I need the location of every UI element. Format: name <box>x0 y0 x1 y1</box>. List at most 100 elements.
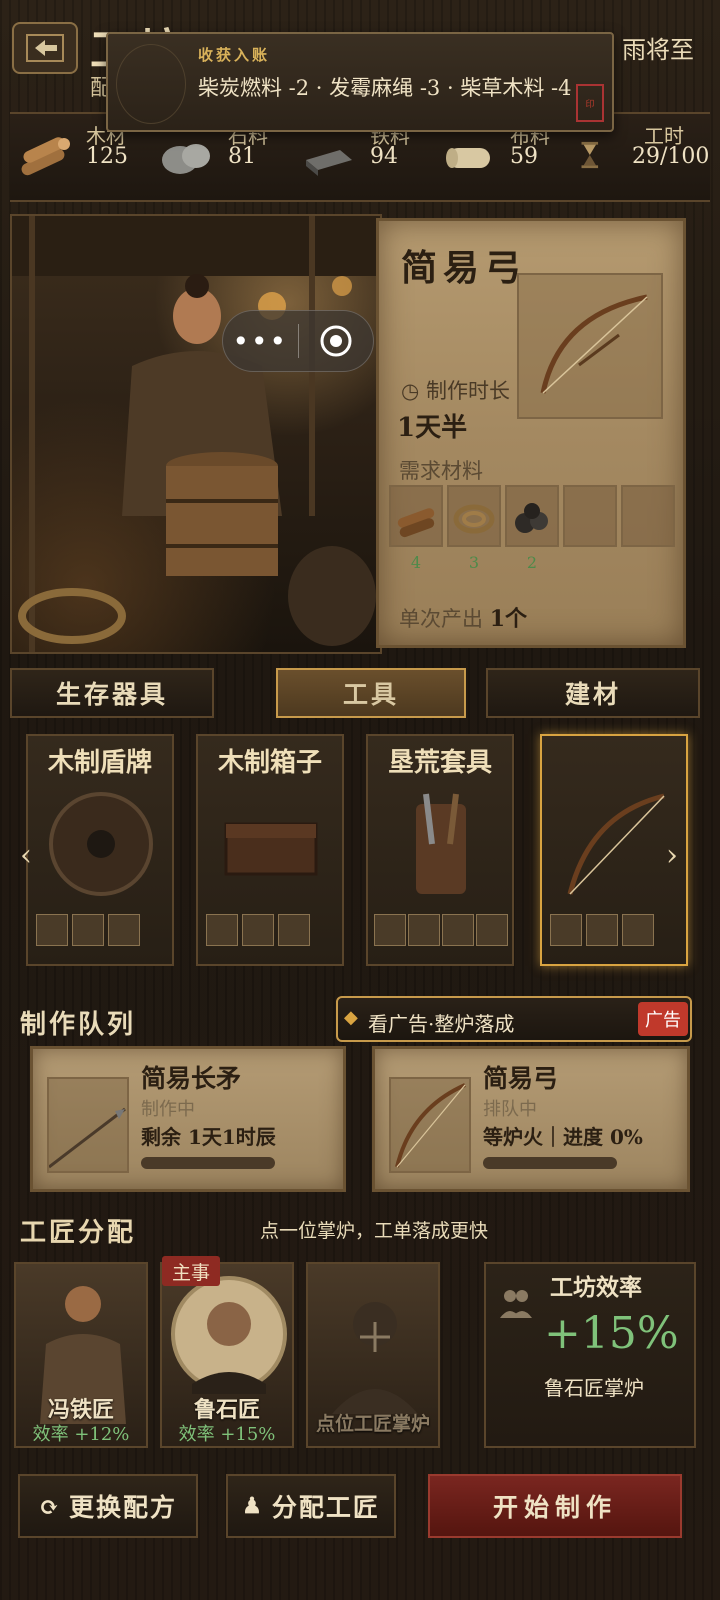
recipe-name: 简易弓 <box>401 247 528 289</box>
item-name: 木制箱子 <box>217 748 322 778</box>
target-icon <box>320 325 352 357</box>
red-stamp-icon: 印 <box>576 84 604 122</box>
artisan-efficiency: 效率 +15% <box>178 1424 276 1445</box>
queue-entry[interactable]: 简易长矛 制作中 剩余 1天1时辰 <box>30 1046 346 1192</box>
iron-icon <box>306 150 352 176</box>
progress-bar <box>141 1157 275 1169</box>
assign-artisan-label: 分配工匠 <box>271 1493 380 1522</box>
queue-item-status: 制作中 <box>141 1099 195 1120</box>
material-slot-empty <box>563 485 617 547</box>
shield-icon <box>49 792 153 896</box>
efficiency-label: 工坊效率 <box>550 1274 642 1301</box>
artisan-card[interactable]: 冯铁匠 效率 +12% <box>14 1262 148 1448</box>
material-count: 3 <box>468 553 480 572</box>
spear-icon <box>48 1107 126 1169</box>
tab-tools[interactable]: 工具 <box>276 668 466 718</box>
empty-artisan-slot[interactable]: 点位工匠掌炉 <box>306 1262 440 1448</box>
craft-time-label: ◷ 制作时长 <box>401 375 510 405</box>
coal-icon <box>278 914 310 946</box>
change-recipe-label: 更换配方 <box>69 1493 178 1522</box>
assign-artisan-button[interactable]: ♟ 分配工匠 <box>226 1474 396 1538</box>
harvest-toast: 收获入账 柴炭燃料 -2 · 发霉麻绳 -3 · 柴草木料 -4 印 <box>106 32 614 132</box>
artisan-card[interactable]: 鲁石匠 效率 +15% <box>160 1262 294 1448</box>
back-arrow-icon <box>26 34 64 62</box>
resource-value: 59 <box>510 144 538 169</box>
queue-item-status: 排队中 <box>483 1099 537 1120</box>
coal-icon <box>515 503 548 533</box>
weather-status: 雨将至 <box>622 36 694 64</box>
change-recipe-button[interactable]: ⟳ 更换配方 <box>18 1474 198 1538</box>
hourglass-icon <box>581 141 599 169</box>
close-capsule-button[interactable] <box>299 324 374 358</box>
bow-icon <box>567 793 665 895</box>
bow-icon <box>395 1083 466 1168</box>
wood-icon <box>550 914 582 946</box>
wood-icon <box>206 914 238 946</box>
progress-bar <box>483 1157 617 1169</box>
item-card[interactable]: 木制箱子 <box>196 734 344 966</box>
cloth-icon <box>446 148 490 168</box>
recipe-image <box>517 273 663 419</box>
item-card[interactable]: 垦荒套具 <box>366 734 514 966</box>
item-name: 垦荒套具 <box>387 748 492 778</box>
craft-time-value: 1天半 <box>397 413 468 443</box>
ad-badge: 广告 <box>638 1002 688 1036</box>
yield-value: 1个 <box>489 606 527 632</box>
stone-icon <box>72 914 104 946</box>
tool-kit-icon <box>416 793 466 894</box>
item-name: 木制盾牌 <box>47 748 152 778</box>
seal-emblem-icon <box>116 44 186 124</box>
toast-body: 柴炭燃料 -2 · 发霉麻绳 -3 · 柴草木料 -4 <box>198 76 572 100</box>
queue-item-image <box>47 1077 129 1173</box>
watch-ad-button[interactable]: ◆ 看广告·整炉落成 广告 <box>336 996 692 1042</box>
people-icon <box>500 1290 532 1318</box>
rope-icon <box>442 914 474 946</box>
recipe-detail-card: 简易弓 ◷ 制作时长 1天半 需求材料 4 3 2 单次产出 1个 <box>376 218 686 648</box>
more-options-button[interactable]: ••• <box>223 325 298 358</box>
material-slot-coal[interactable] <box>505 485 559 547</box>
resource-value: 29/100 <box>632 144 710 169</box>
efficiency-value: +15% <box>544 1308 679 1359</box>
item-carousel: 木制盾牌 木制箱子 垦荒套具 ‹ › <box>10 728 710 978</box>
queue-item-name: 简易长矛 <box>141 1064 242 1093</box>
back-button[interactable] <box>12 22 78 74</box>
coal-icon <box>476 914 508 946</box>
efficiency-note: 鲁石匠掌炉 <box>544 1376 644 1400</box>
start-crafting-button[interactable]: 开始制作 <box>428 1474 682 1538</box>
artisan-hint: 点一位掌炉，工单落成更快 <box>260 1220 489 1242</box>
chevron-right-icon[interactable]: › <box>666 838 678 873</box>
wood-icon <box>397 508 435 538</box>
queue-item-info: 等炉火｜进度 0% <box>483 1125 643 1149</box>
person-icon: ♟ <box>242 1493 264 1519</box>
item-card[interactable]: 木制盾牌 <box>26 734 174 966</box>
gold-ingot-icon: ◆ <box>344 1007 358 1028</box>
material-count: 4 <box>410 553 422 572</box>
craft-time-label-text: 制作时长 <box>426 379 510 403</box>
craftsman-scene-image <box>12 216 380 652</box>
refresh-icon: ⟳ <box>38 1491 62 1521</box>
yield-row: 单次产出 1个 <box>399 601 527 633</box>
tab-survival-gear[interactable]: 生存器具 <box>10 668 214 718</box>
ad-text: 看广告·整炉落成 <box>368 1012 515 1036</box>
toast-title: 收获入账 <box>198 46 271 64</box>
artisan-name: 点位工匠掌炉 <box>315 1413 430 1435</box>
queue-item-image <box>389 1077 471 1173</box>
stone-icon <box>242 914 274 946</box>
resource-value: 125 <box>86 144 128 169</box>
material-slot-wood[interactable] <box>389 485 443 547</box>
wood-icon <box>21 137 70 176</box>
chest-icon <box>224 822 318 876</box>
tab-building-materials[interactable]: 建材 <box>486 668 700 718</box>
workshop-illustration <box>10 214 382 654</box>
queue-entry[interactable]: 简易弓 排队中 等炉火｜进度 0% <box>372 1046 690 1192</box>
queue-item-info: 剩余 1天1时辰 <box>141 1125 276 1149</box>
queue-item-name: 简易弓 <box>483 1064 559 1093</box>
workshop-efficiency-panel: 工坊效率 +15% 鲁石匠掌炉 <box>484 1262 696 1448</box>
chevron-left-icon[interactable]: ‹ <box>20 838 32 873</box>
artisan-efficiency: 效率 +12% <box>32 1424 130 1445</box>
material-slot-rope[interactable] <box>447 485 501 547</box>
chief-badge: 主事 <box>162 1256 220 1286</box>
material-slot-empty <box>621 485 675 547</box>
rope-icon <box>586 914 618 946</box>
artisan-title: 工匠分配 <box>20 1218 137 1248</box>
